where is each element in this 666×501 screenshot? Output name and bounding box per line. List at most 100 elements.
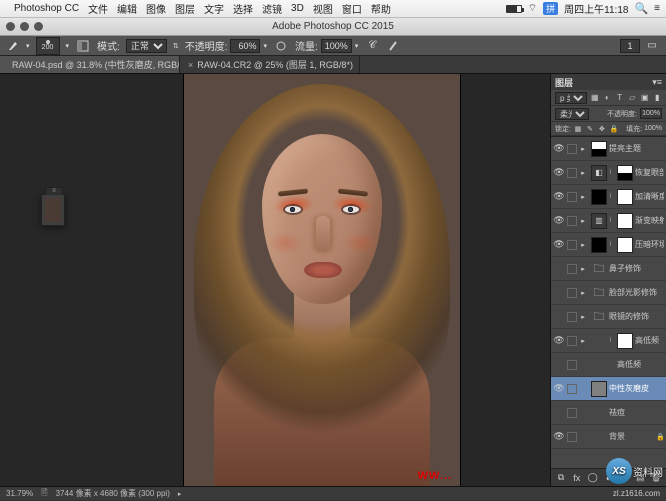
layer-checkbox[interactable] bbox=[567, 216, 577, 226]
lock-all-icon[interactable]: 🔒 bbox=[609, 124, 619, 134]
menu-filter[interactable]: 滤镜 bbox=[262, 1, 282, 16]
mask-link-icon[interactable]: ⌇ bbox=[609, 169, 615, 176]
visibility-toggle-icon[interactable] bbox=[553, 359, 565, 371]
disclosure-triangle-icon[interactable]: ▸ bbox=[579, 193, 587, 201]
layer-row[interactable]: 👁▸提亮主题 bbox=[551, 137, 666, 161]
layer-thumb[interactable] bbox=[591, 189, 607, 205]
canvas-area[interactable]: WW... ≡ bbox=[0, 74, 550, 486]
layer-filter-kind-select[interactable]: p 类型 bbox=[555, 92, 587, 104]
filter-type-icon[interactable]: T bbox=[615, 92, 625, 104]
layer-row[interactable]: 👁背景🔒 bbox=[551, 425, 666, 449]
mask-link-icon[interactable]: ⌇ bbox=[609, 217, 615, 224]
panel-dock-icon[interactable]: ▭ bbox=[644, 38, 660, 54]
flow-slider-icon[interactable]: ▾ bbox=[355, 42, 359, 50]
brush-panel-icon[interactable] bbox=[75, 38, 91, 54]
doc-info-chevron-icon[interactable]: ▸ bbox=[178, 490, 182, 498]
mask-thumb-icon[interactable] bbox=[617, 165, 633, 181]
layer-style-icon[interactable]: fx bbox=[570, 471, 584, 485]
disclosure-triangle-icon[interactable]: ▸ bbox=[579, 145, 587, 153]
visibility-toggle-icon[interactable]: 👁 bbox=[553, 191, 565, 203]
layer-thumb[interactable] bbox=[591, 237, 607, 253]
layer-row[interactable]: 👁▸⌇加清晰度 bbox=[551, 185, 666, 209]
menu-3d[interactable]: 3D bbox=[291, 3, 304, 14]
opacity-value[interactable]: 60% bbox=[230, 39, 260, 53]
menu-image[interactable]: 图像 bbox=[146, 1, 166, 16]
layer-name[interactable]: 提亮主题 bbox=[609, 143, 664, 154]
visibility-toggle-icon[interactable]: 👁 bbox=[553, 431, 565, 443]
layer-row[interactable]: ▸🗀眼镜的修饰 bbox=[551, 305, 666, 329]
menu-layer[interactable]: 图层 bbox=[175, 1, 195, 16]
layer-thumb[interactable] bbox=[617, 333, 633, 349]
layer-checkbox[interactable] bbox=[567, 144, 577, 154]
layer-checkbox[interactable] bbox=[567, 384, 577, 394]
layer-name[interactable]: 高低频 bbox=[635, 335, 664, 346]
layer-row[interactable]: 👁 ▸ ▥⌇ 渐变映射 1 bbox=[551, 209, 666, 233]
panel-menu-icon[interactable]: ▾≡ bbox=[652, 77, 662, 88]
brush-panel-toggle-icon[interactable]: ▾ bbox=[66, 42, 70, 50]
disclosure-triangle-icon[interactable]: ▸ bbox=[579, 313, 587, 321]
visibility-toggle-icon[interactable] bbox=[553, 287, 565, 299]
layer-name[interactable]: 加清晰度 bbox=[635, 191, 664, 202]
layers-tab[interactable]: 图层 bbox=[555, 76, 573, 89]
layer-thumb[interactable] bbox=[617, 213, 633, 229]
visibility-toggle-icon[interactable]: 👁 bbox=[553, 167, 565, 179]
layer-checkbox[interactable] bbox=[567, 264, 577, 274]
filter-toggle-icon[interactable]: ▮ bbox=[653, 92, 663, 104]
visibility-toggle-icon[interactable] bbox=[553, 407, 565, 419]
visibility-toggle-icon[interactable] bbox=[553, 311, 565, 323]
layer-name[interactable]: 渐变映射 1 bbox=[635, 215, 664, 226]
input-method-indicator[interactable]: 拼 bbox=[543, 2, 558, 15]
disclosure-triangle-icon[interactable]: ▸ bbox=[579, 241, 587, 249]
layer-name[interactable]: 压暗环境 bbox=[635, 239, 664, 250]
layer-blend-mode-select[interactable]: 柔光 bbox=[555, 108, 589, 120]
layer-checkbox[interactable] bbox=[567, 312, 577, 322]
navigator-floating-panel[interactable]: ≡ bbox=[41, 194, 65, 226]
layer-fill-value[interactable]: 100% bbox=[644, 125, 662, 132]
layer-row[interactable]: 👁▸◧⌇恢复眼部细节 bbox=[551, 161, 666, 185]
layer-row[interactable]: 祛痘 bbox=[551, 401, 666, 425]
mask-link-icon[interactable]: ⌇ bbox=[609, 337, 615, 344]
disclosure-triangle-icon[interactable]: ▸ bbox=[579, 289, 587, 297]
layer-row[interactable]: 👁▸⌇压暗环境 bbox=[551, 233, 666, 257]
spotlight-icon[interactable]: 🔍 bbox=[634, 2, 648, 15]
layer-checkbox[interactable] bbox=[567, 360, 577, 370]
flow-value[interactable]: 100% bbox=[321, 39, 352, 53]
layer-checkbox[interactable] bbox=[567, 336, 577, 346]
visibility-toggle-icon[interactable]: 👁 bbox=[553, 383, 565, 395]
filter-shape-icon[interactable]: ▱ bbox=[628, 92, 638, 104]
layer-name[interactable]: 眼镜的修饰 bbox=[609, 311, 664, 322]
layer-row[interactable]: 👁 中性灰磨皮 bbox=[551, 377, 666, 401]
visibility-toggle-icon[interactable]: 👁 bbox=[553, 215, 565, 227]
layer-checkbox[interactable] bbox=[567, 432, 577, 442]
adjustment-thumb-icon[interactable]: ▥ bbox=[591, 213, 607, 229]
disclosure-triangle-icon[interactable]: ▸ bbox=[579, 265, 587, 273]
lock-transparent-icon[interactable]: ▦ bbox=[573, 124, 583, 134]
layer-checkbox[interactable] bbox=[567, 168, 577, 178]
layer-thumb[interactable] bbox=[591, 381, 607, 397]
layer-thumb[interactable] bbox=[617, 237, 633, 253]
layer-mask-icon[interactable]: ◯ bbox=[586, 471, 600, 485]
document-tab[interactable]: × RAW-04.CR2 @ 25% (图层 1, RGB/8*) bbox=[180, 56, 360, 73]
filter-adjust-icon[interactable]: ◐ bbox=[603, 92, 613, 104]
document-tab[interactable]: RAW-04.psd @ 31.8% (中性灰磨皮, RGB/8*) × bbox=[0, 56, 180, 73]
layer-checkbox[interactable] bbox=[567, 408, 577, 418]
current-tool-icon[interactable] bbox=[6, 39, 20, 53]
layer-name[interactable]: 中性灰磨皮 bbox=[609, 383, 664, 394]
menu-view[interactable]: 视图 bbox=[313, 1, 333, 16]
blend-mode-select[interactable]: 正常 bbox=[126, 39, 167, 53]
opacity-slider-icon[interactable]: ▾ bbox=[263, 42, 267, 50]
layer-row[interactable]: 👁▸⌇高低频 bbox=[551, 329, 666, 353]
disclosure-triangle-icon[interactable]: ▸ bbox=[579, 217, 587, 225]
notification-center-icon[interactable]: ≡ bbox=[654, 3, 660, 14]
visibility-toggle-icon[interactable]: 👁 bbox=[553, 239, 565, 251]
lock-position-icon[interactable]: ✥ bbox=[597, 124, 607, 134]
workspace-number[interactable]: 1 bbox=[620, 39, 640, 53]
layer-name[interactable]: 鼻子修饰 bbox=[609, 263, 664, 274]
layer-name[interactable]: 高低频 bbox=[617, 359, 664, 370]
menu-window[interactable]: 窗口 bbox=[342, 1, 362, 16]
mask-thumb-icon[interactable] bbox=[591, 141, 607, 157]
layer-row[interactable]: ▸🗀脸部光影修饰 bbox=[551, 281, 666, 305]
tool-preset-chevron-icon[interactable]: ▾ bbox=[26, 42, 30, 50]
airbrush-icon[interactable]: 𝒞 bbox=[364, 38, 380, 54]
adjustment-thumb-icon[interactable]: ◧ bbox=[591, 165, 607, 181]
